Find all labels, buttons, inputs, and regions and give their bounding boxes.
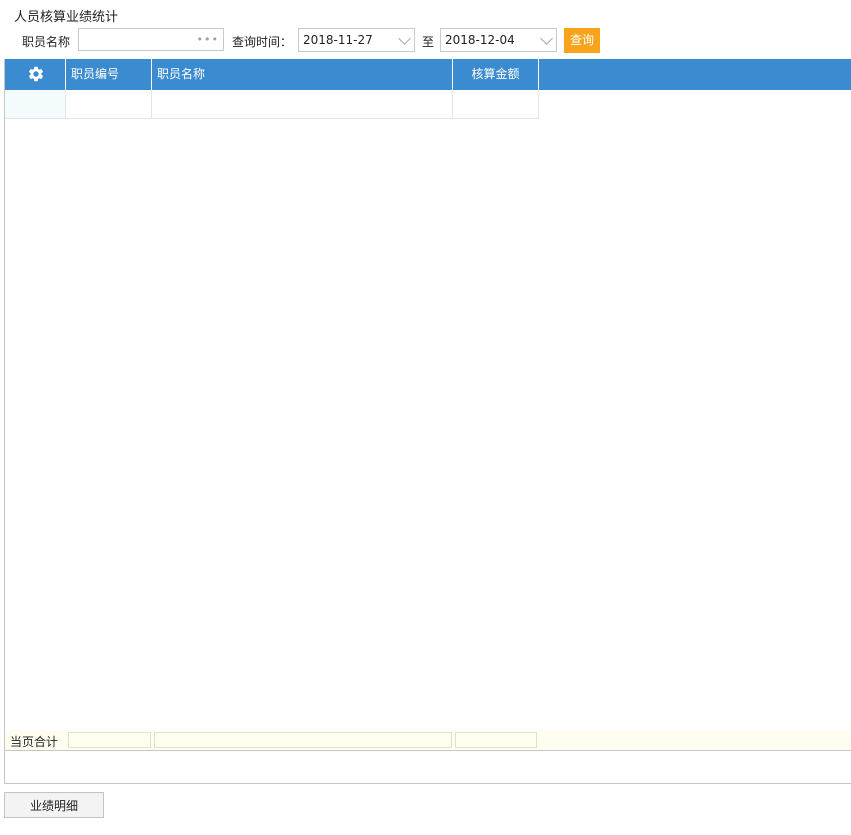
- end-date-picker[interactable]: 2018-12-04: [440, 28, 557, 52]
- employee-name-field[interactable]: •••: [78, 28, 224, 51]
- row-selector-cell[interactable]: [5, 90, 66, 119]
- more-dots-icon[interactable]: •••: [197, 33, 219, 46]
- to-label: 至: [422, 35, 435, 49]
- total-amount-cell: [455, 732, 537, 748]
- chevron-down-icon[interactable]: [540, 32, 553, 45]
- grid-header: 职员编号 职员名称 核算金额: [5, 59, 851, 90]
- total-employee-name-cell: [154, 732, 452, 748]
- chevron-down-icon[interactable]: [398, 32, 411, 45]
- gear-icon[interactable]: [27, 65, 45, 83]
- employee-id-cell: [66, 90, 152, 119]
- end-date-value: 2018-12-04: [445, 33, 515, 47]
- employee-name-label: 职员名称: [22, 35, 71, 49]
- performance-detail-button[interactable]: 业绩明细: [4, 792, 104, 818]
- column-header-amount[interactable]: 核算金额: [453, 59, 539, 90]
- column-header-employee-id[interactable]: 职员编号: [66, 59, 152, 90]
- start-date-value: 2018-11-27: [303, 33, 373, 47]
- employee-name-cell: [152, 90, 453, 119]
- table-row[interactable]: [5, 90, 539, 119]
- start-date-picker[interactable]: 2018-11-27: [298, 28, 415, 52]
- employee-name-input[interactable]: [79, 29, 211, 50]
- page-total-row: 当页合计: [5, 730, 851, 751]
- page-title: 人员核算业绩统计: [14, 10, 119, 25]
- settings-column-header[interactable]: [5, 59, 66, 90]
- column-header-employee-name[interactable]: 职员名称: [152, 59, 453, 90]
- query-button[interactable]: 查询: [564, 28, 600, 53]
- data-grid: 职员编号 职员名称 核算金额 当页合计: [4, 59, 851, 784]
- page-total-label: 当页合计: [10, 735, 59, 749]
- amount-cell: [453, 90, 539, 119]
- total-employee-id-cell: [68, 732, 151, 748]
- query-time-label: 查询时间：: [232, 35, 293, 49]
